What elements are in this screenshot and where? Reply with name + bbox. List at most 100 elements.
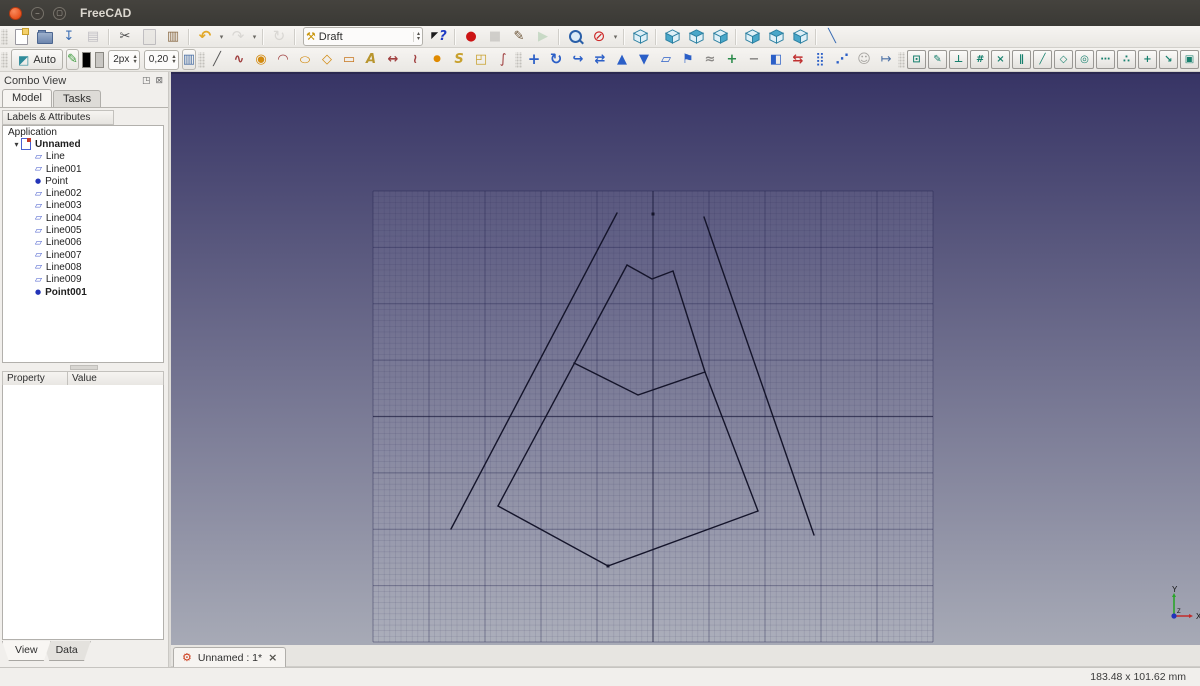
snap-near-button[interactable]: ⋯	[1096, 50, 1115, 69]
macro-stop-button[interactable]: ■	[483, 27, 507, 46]
redo-menu-caret-icon[interactable]: ▾	[250, 27, 259, 46]
tab-view[interactable]: View	[2, 641, 51, 661]
snap-endpoint-button[interactable]: ✎	[928, 50, 947, 69]
snap-parallel-button[interactable]: ∥	[1012, 50, 1031, 69]
close-tab-icon[interactable]: ×	[268, 651, 277, 664]
tab-data[interactable]: Data	[42, 641, 91, 661]
draft-offset-button[interactable]: ↪	[567, 50, 589, 69]
face-color-swatch[interactable]	[95, 51, 105, 68]
draft-downgrade-button[interactable]: ▼	[633, 50, 655, 69]
tab-tasks[interactable]: Tasks	[52, 90, 102, 107]
3d-viewport[interactable]: Y X Z	[171, 72, 1200, 645]
draft-polygon-button[interactable]: ◇	[316, 50, 338, 69]
draft-text-button[interactable]: A	[360, 50, 382, 69]
cut-button[interactable]: ✂	[113, 27, 137, 46]
viewport-canvas[interactable]: Y X Z	[171, 72, 1200, 645]
draft-shapestring-button[interactable]: S	[448, 50, 470, 69]
draft-ellipse-button[interactable]: ○	[294, 50, 316, 69]
save-button[interactable]: ↧	[57, 27, 81, 46]
path-array-button[interactable]: ⋰	[831, 50, 853, 69]
panel-splitter[interactable]	[0, 363, 168, 371]
snap-ortho-button[interactable]: +	[1138, 50, 1157, 69]
draft-array-button[interactable]: ⣿	[809, 50, 831, 69]
snap-center-button[interactable]: ◇	[1054, 50, 1073, 69]
tree-item-line004[interactable]: ▱ Line004	[3, 212, 163, 224]
tree-item-line009[interactable]: ▱ Line009	[3, 274, 163, 286]
draft-point-button[interactable]: ●	[426, 50, 448, 69]
clip-menu-caret-icon[interactable]: ▾	[611, 27, 620, 46]
snap-lock-button[interactable]: ⊡	[907, 50, 926, 69]
front-view-button[interactable]	[660, 27, 684, 46]
snap-special-button[interactable]: ∴	[1117, 50, 1136, 69]
draft-to-sketch-button[interactable]: ⇆	[787, 50, 809, 69]
snap-dimensions-button[interactable]: ▣	[1180, 50, 1199, 69]
add-point-button[interactable]: +	[721, 50, 743, 69]
new-file-button[interactable]	[9, 27, 33, 46]
toolbar-handle[interactable]	[515, 51, 522, 68]
rear-view-button[interactable]	[740, 27, 764, 46]
zoom-fit-button[interactable]	[563, 27, 587, 46]
expander-icon[interactable]: ▾	[12, 140, 21, 149]
tree-item-line007[interactable]: ▱ Line007	[3, 249, 163, 261]
tab-model[interactable]: Model	[2, 89, 52, 107]
axonometric-view-button[interactable]	[628, 27, 652, 46]
draft-bspline-button[interactable]: ≀	[404, 50, 426, 69]
draft-clone-button[interactable]: ☺	[853, 50, 875, 69]
maximize-button[interactable]: ▢	[53, 6, 66, 20]
snap-angle-button[interactable]: ◎	[1075, 50, 1094, 69]
auto-working-plane-button[interactable]: ◩ Auto	[11, 49, 63, 70]
close-button[interactable]	[9, 6, 22, 20]
tree-item-application[interactable]: Application	[3, 126, 163, 138]
draft-bezier-button[interactable]: ∫	[492, 50, 514, 69]
copy-button[interactable]	[137, 27, 161, 46]
draft-line-button[interactable]: ╱	[206, 50, 228, 69]
paste-button[interactable]: ▥	[161, 27, 185, 46]
redo-button[interactable]: ↷	[226, 27, 250, 46]
draft-rectangle-button[interactable]: ▭	[338, 50, 360, 69]
close-panel-icon[interactable]: ⊠	[155, 76, 163, 86]
undo-menu-caret-icon[interactable]: ▾	[217, 27, 226, 46]
snap-extension-button[interactable]: ╱	[1033, 50, 1052, 69]
global-scale-spinbox[interactable]: 0,20 ▲ ▼	[143, 49, 179, 70]
whats-this-button[interactable]: ◤?	[427, 27, 451, 46]
draft-upgrade-button[interactable]: ▲	[611, 50, 633, 69]
draft-dimension-button[interactable]: ↔	[382, 50, 404, 69]
print-button[interactable]: ▤	[81, 27, 105, 46]
tree-item-unnamed[interactable]: ▾ Unnamed	[3, 138, 163, 151]
apply-style-button[interactable]: ▥	[181, 49, 196, 70]
macro-record-button[interactable]: ●	[459, 27, 483, 46]
float-panel-icon[interactable]: ◳	[142, 76, 151, 86]
toolbar-handle[interactable]	[898, 51, 905, 68]
right-view-button[interactable]	[708, 27, 732, 46]
refresh-button[interactable]: ↻	[267, 27, 291, 46]
workbench-selector[interactable]: ⚒ Draft ▴ ▾	[303, 27, 423, 46]
line-width-spinbox[interactable]: 2px ▲ ▼	[108, 49, 140, 70]
tree-item-line003[interactable]: ▱ Line003	[3, 200, 163, 212]
draft-point[interactable]	[606, 564, 610, 568]
undo-button[interactable]: ↶	[193, 27, 217, 46]
property-column-header[interactable]: Property	[2, 371, 68, 386]
construction-mode-button[interactable]: ✎	[65, 49, 79, 70]
draft-edit-button[interactable]: ⚑	[677, 50, 699, 69]
draft-heal-button[interactable]: ↦	[875, 50, 897, 69]
tree-item-point001[interactable]: ● Point001	[3, 286, 163, 298]
macro-edit-button[interactable]: ✎	[507, 27, 531, 46]
snap-intersection-button[interactable]: ×	[991, 50, 1010, 69]
open-file-button[interactable]	[33, 27, 57, 46]
minimize-button[interactable]: –	[31, 6, 44, 20]
draft-arc-button[interactable]: ◠	[272, 50, 294, 69]
measure-distance-button[interactable]: ╲	[820, 27, 844, 46]
draft-circle-button[interactable]: ◉	[250, 50, 272, 69]
shape-2d-view-button[interactable]: ◧	[765, 50, 787, 69]
tree-item-line005[interactable]: ▱ Line005	[3, 224, 163, 236]
toolbar-handle[interactable]	[1, 51, 8, 68]
tree-item-line002[interactable]: ▱ Line002	[3, 187, 163, 199]
snap-perpendicular-button[interactable]: ⊥	[949, 50, 968, 69]
draft-move-button[interactable]: +	[523, 50, 545, 69]
line-color-swatch[interactable]	[81, 51, 92, 68]
value-column-header[interactable]: Value	[68, 371, 164, 386]
top-view-button[interactable]	[684, 27, 708, 46]
document-tab[interactable]: ⚙ Unnamed : 1* ×	[173, 647, 287, 667]
macro-play-button[interactable]: ▶	[531, 27, 555, 46]
tree-item-line008[interactable]: ▱ Line008	[3, 261, 163, 273]
